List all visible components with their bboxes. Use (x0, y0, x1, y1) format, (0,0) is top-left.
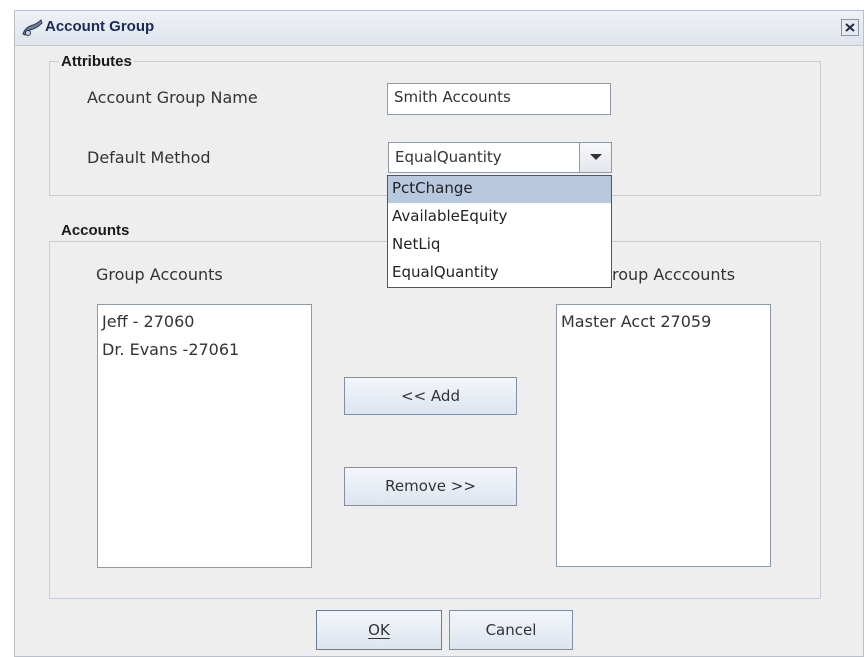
list-item[interactable]: Jeff - 27060 (102, 312, 194, 331)
group-accounts-list[interactable]: Jeff - 27060 Dr. Evans -27061 (97, 304, 312, 568)
default-method-select[interactable]: EqualQuantity (388, 142, 612, 173)
accounts-group-title: Accounts (59, 222, 132, 239)
cancel-button-label: Cancel (485, 621, 537, 639)
attributes-group-title: Attributes (59, 53, 134, 70)
chevron-down-icon[interactable] (579, 143, 611, 172)
window-title: Account Group (45, 18, 155, 35)
group-accounts-label: Group Accounts (96, 265, 223, 284)
remove-button[interactable]: Remove >> (344, 467, 517, 506)
list-item[interactable]: Master Acct 27059 (561, 312, 711, 331)
dropdown-option-availableequity[interactable]: AvailableEquity (388, 204, 611, 231)
account-group-dialog: Account Group Attributes Account Group N… (14, 10, 864, 657)
title-bar[interactable]: Account Group (15, 11, 863, 46)
cancel-button[interactable]: Cancel (449, 610, 573, 650)
remove-button-label: Remove >> (385, 477, 476, 495)
ok-button[interactable]: OK (316, 610, 442, 650)
default-method-dropdown[interactable]: PctChange AvailableEquity NetLiq EqualQu… (387, 175, 612, 288)
dropdown-option-netliq[interactable]: NetLiq (388, 232, 611, 259)
add-button[interactable]: << Add (344, 377, 517, 415)
default-method-value: EqualQuantity (395, 148, 502, 166)
other-accounts-label: roup Acccounts (612, 265, 736, 284)
account-group-icon (21, 18, 43, 38)
close-button[interactable] (841, 19, 859, 36)
dropdown-option-pctchange[interactable]: PctChange (388, 176, 611, 203)
default-method-label: Default Method (87, 148, 211, 167)
list-item[interactable]: Dr. Evans -27061 (102, 340, 239, 359)
ok-button-label: OK (368, 621, 390, 639)
close-icon (845, 23, 855, 32)
account-group-name-input[interactable]: Smith Accounts (387, 83, 611, 115)
dropdown-option-equalquantity[interactable]: EqualQuantity (388, 260, 611, 287)
add-button-label: << Add (401, 387, 460, 405)
available-accounts-list[interactable]: Master Acct 27059 (556, 304, 771, 567)
account-group-name-label: Account Group Name (87, 88, 258, 107)
